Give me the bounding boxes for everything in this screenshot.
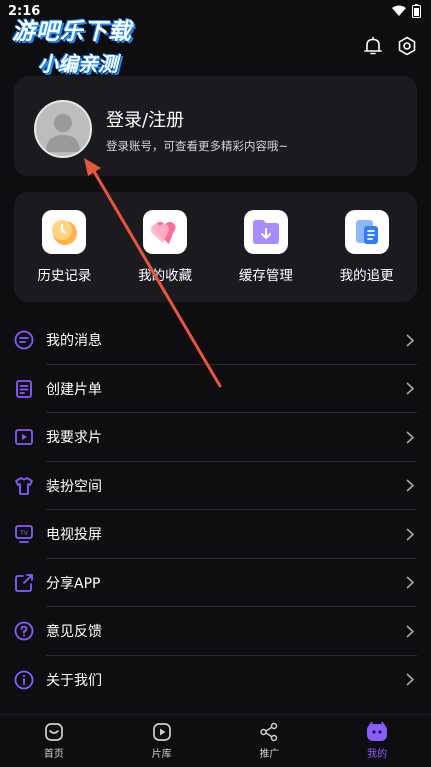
menu-item-label: 我要求片	[46, 430, 102, 447]
menu-item-about[interactable]: 关于我们	[14, 656, 417, 705]
top-actions	[363, 36, 417, 56]
shortcut-grid: 历史记录 我的收藏 缓存管理 我的追更	[14, 192, 417, 302]
favorites-icon	[143, 210, 188, 254]
shortcut-history-label: 历史记录	[37, 268, 92, 284]
history-icon	[42, 210, 87, 254]
notification-bell-icon[interactable]	[363, 36, 383, 56]
create-list-icon	[14, 379, 34, 399]
mine-icon	[367, 722, 388, 741]
watermark-line-1: 游吧乐下载	[12, 19, 132, 45]
tab-home[interactable]: 首页	[0, 715, 108, 767]
chevron-right-icon	[403, 334, 417, 347]
tab-home-label: 首页	[43, 749, 64, 760]
chevron-right-icon	[403, 673, 417, 686]
settings-gear-icon[interactable]	[397, 36, 417, 56]
bottom-tab-bar: 首页 片库 推广 我的	[0, 714, 431, 767]
login-register-title[interactable]: 登录/注册	[106, 106, 184, 132]
chevron-right-icon	[403, 431, 417, 444]
library-icon	[152, 723, 171, 741]
avatar[interactable]	[34, 100, 92, 158]
svg-text:TV: TV	[19, 530, 29, 537]
menu-item-dress-up[interactable]: 装扮空间	[14, 462, 417, 511]
battery-icon	[412, 4, 421, 18]
request-video-icon	[14, 427, 34, 447]
chevron-right-icon	[403, 625, 417, 638]
tab-mine-label: 我的	[367, 749, 388, 760]
tv-cast-icon: TV	[14, 524, 34, 544]
menu-item-share-app[interactable]: 分享APP	[14, 559, 417, 608]
info-icon	[14, 670, 34, 690]
feedback-icon	[14, 621, 34, 641]
chevron-right-icon	[403, 479, 417, 492]
menu-item-label: 我的消息	[46, 333, 102, 350]
cache-folder-icon	[243, 210, 288, 254]
share-icon	[14, 573, 34, 593]
wifi-icon	[392, 5, 406, 16]
menu-item-label: 装扮空间	[46, 478, 102, 495]
menu-item-label: 电视投屏	[46, 527, 102, 544]
menu-item-tv-cast[interactable]: TV 电视投屏	[14, 510, 417, 559]
menu-item-create-list[interactable]: 创建片单	[14, 365, 417, 414]
menu-item-label: 分享APP	[46, 575, 101, 592]
shortcut-history[interactable]: 历史记录	[14, 192, 115, 302]
watermark-line-2: 小编亲测	[38, 52, 118, 76]
menu-item-label: 关于我们	[46, 672, 102, 689]
tab-library-label: 片库	[151, 749, 172, 760]
shortcut-cache-label: 缓存管理	[238, 268, 293, 284]
tab-mine[interactable]: 我的	[323, 715, 431, 767]
shortcut-favorites-label: 我的收藏	[138, 268, 193, 284]
shortcut-cache[interactable]: 缓存管理	[216, 192, 317, 302]
tab-library[interactable]: 片库	[108, 715, 216, 767]
shortcut-favorites[interactable]: 我的收藏	[115, 192, 216, 302]
menu-item-label: 创建片单	[46, 381, 102, 398]
shortcut-follow[interactable]: 我的追更	[316, 192, 417, 302]
login-subtitle: 登录账号，可查看更多精彩内容哦~	[106, 139, 289, 153]
promote-share-icon	[260, 722, 278, 742]
settings-menu: 我的消息 创建片单 我要求片 装扮空间 TV 电视投屏 分享APP 意见反馈 关…	[14, 316, 417, 704]
chevron-right-icon	[403, 382, 417, 395]
status-icons	[392, 4, 421, 18]
chevron-right-icon	[403, 528, 417, 541]
shirt-icon	[14, 476, 34, 496]
menu-item-label: 意见反馈	[46, 624, 102, 641]
watermark-logo: 游吧乐下载 小编亲测	[12, 12, 152, 77]
tab-promote-label: 推广	[259, 749, 280, 760]
home-icon	[45, 723, 63, 741]
tab-promote[interactable]: 推广	[216, 715, 324, 767]
menu-item-feedback[interactable]: 意见反馈	[14, 607, 417, 656]
message-icon	[14, 330, 34, 350]
menu-item-messages[interactable]: 我的消息	[14, 316, 417, 365]
chevron-right-icon	[403, 576, 417, 589]
shortcut-follow-label: 我的追更	[339, 268, 394, 284]
profile-login-card[interactable]: 登录/注册 登录账号，可查看更多精彩内容哦~	[14, 76, 417, 176]
menu-item-request-video[interactable]: 我要求片	[14, 413, 417, 462]
follow-updates-icon	[344, 210, 389, 254]
